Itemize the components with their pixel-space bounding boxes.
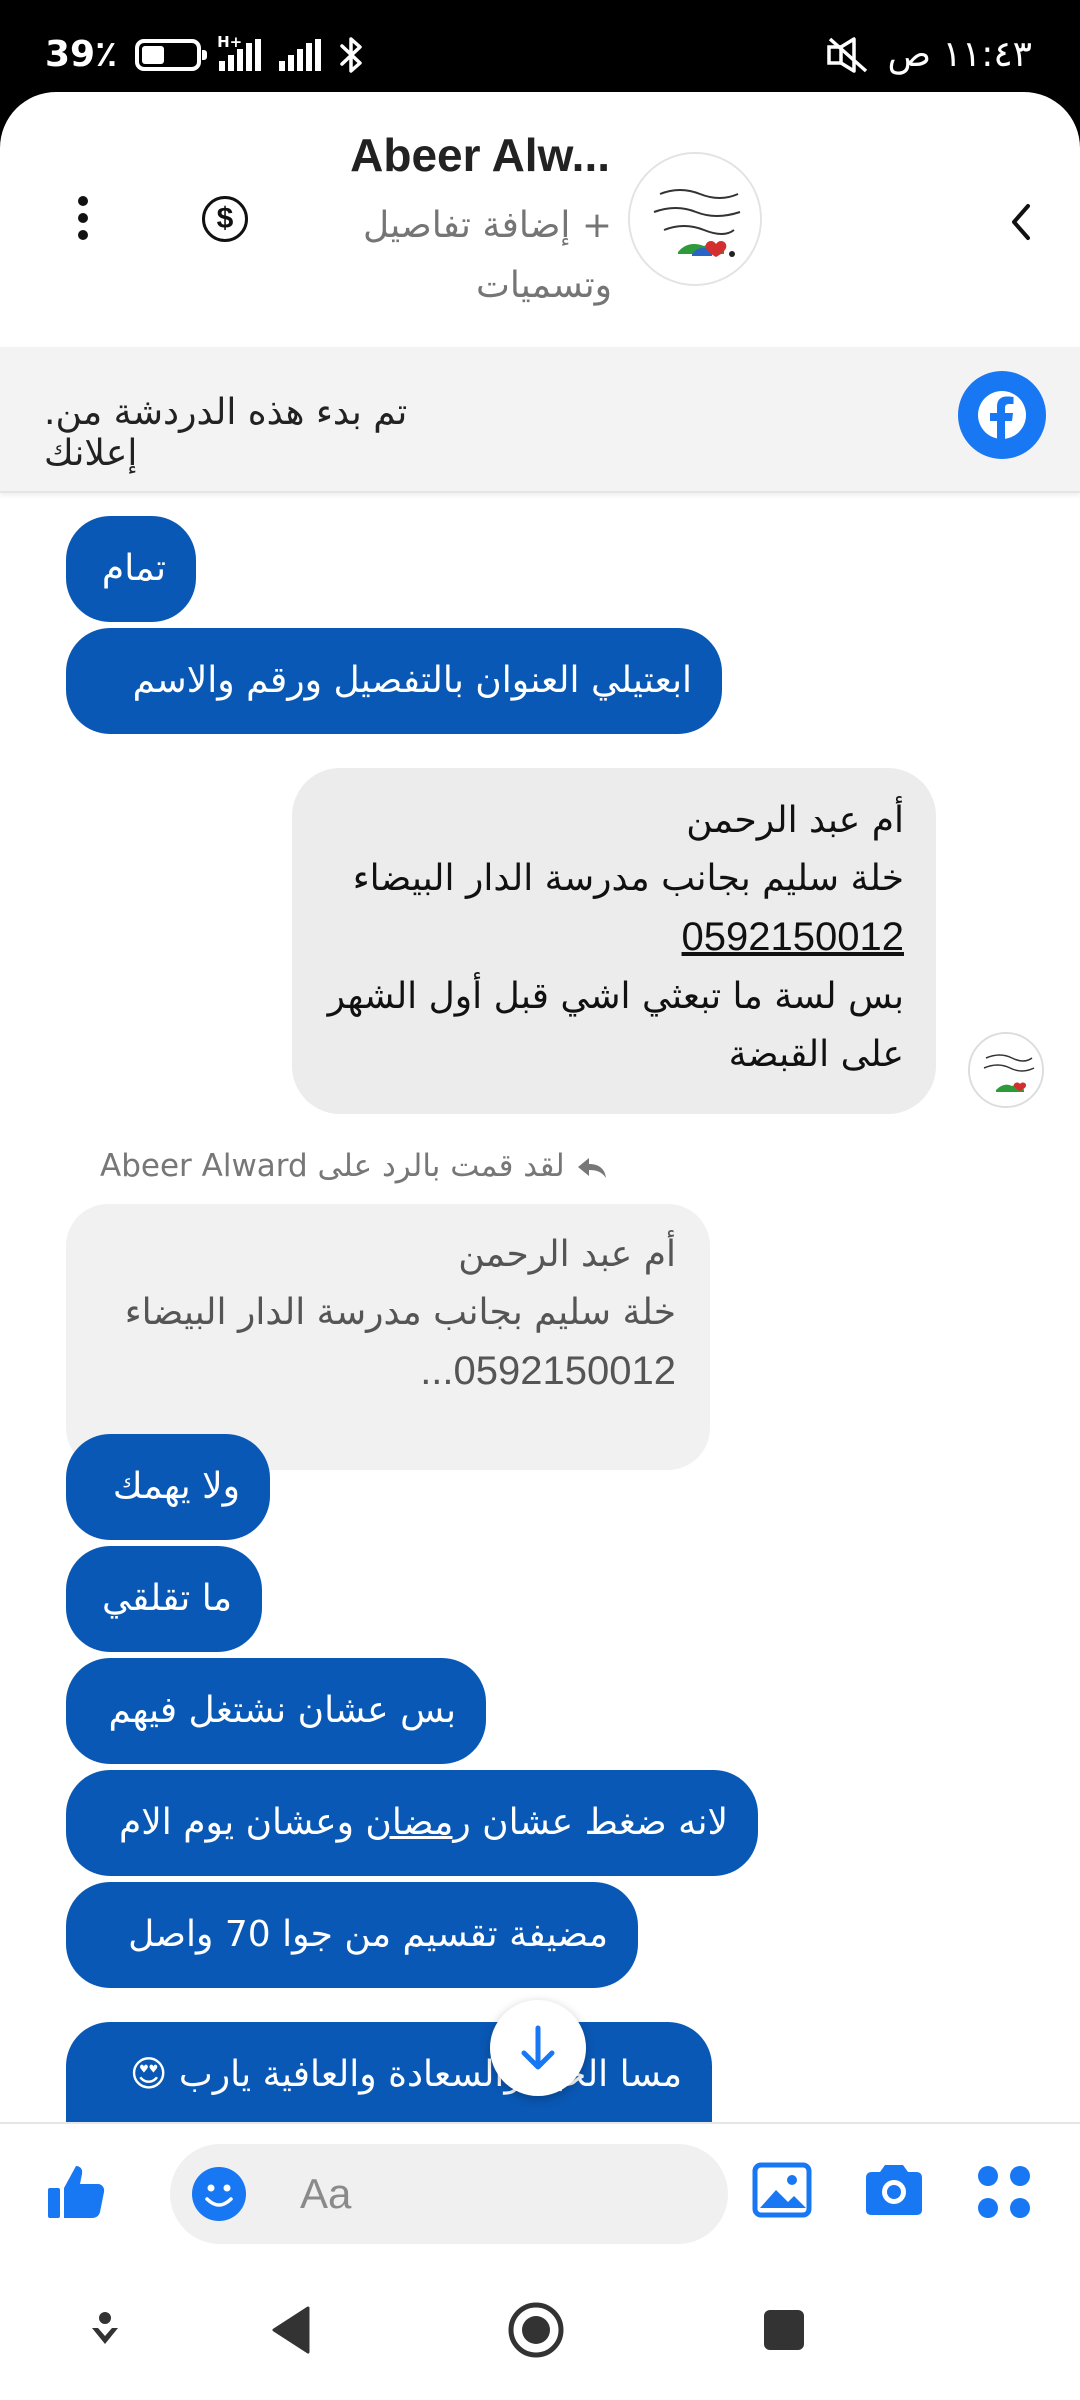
message-bubble[interactable]: بس عشان نشتغل فيهم — [66, 1658, 486, 1764]
bluetooth-icon — [340, 36, 362, 73]
clock: ١١:٤٣ ص — [887, 34, 1032, 75]
message-bubble[interactable]: ابعتيلي العنوان بالتفصيل ورقم والاسم — [66, 628, 722, 734]
gallery-icon[interactable] — [752, 2162, 814, 2220]
message-bubble[interactable]: ولا يهمك — [66, 1434, 270, 1540]
ad-origin-banner: .تم بدء هذه الدردشة من إعلانك — [0, 347, 1080, 493]
reply-indicator: لقد قمت بالرد على Abeer Alward — [100, 1148, 609, 1184]
message-input[interactable]: Aa — [170, 2144, 728, 2244]
like-icon[interactable] — [44, 2160, 108, 2224]
signal-icon: H+ — [217, 33, 262, 71]
apps-icon[interactable] — [976, 2164, 1032, 2220]
emoji-icon[interactable] — [192, 2167, 246, 2221]
facebook-icon — [958, 371, 1046, 459]
nav-home-icon[interactable] — [506, 2300, 566, 2360]
message-bubble[interactable]: مضيفة تقسيم من جوا 70 واصل — [66, 1882, 638, 1988]
quoted-message[interactable]: أم عبد الرحمن خلة سليم بجانب مدرسة الدار… — [66, 1204, 710, 1470]
assistant-icon[interactable] — [88, 2310, 122, 2350]
message-bubble[interactable]: ما تقلقي — [66, 1546, 262, 1652]
message-bubble[interactable]: تمام — [66, 516, 196, 622]
scroll-to-bottom-button[interactable] — [490, 2000, 586, 2096]
signal-icon-2 — [279, 38, 322, 71]
message-composer: Aa — [0, 2122, 1080, 2252]
battery-icon — [135, 38, 208, 71]
ad-banner-text: .تم بدء هذه الدردشة من إعلانك — [44, 392, 408, 474]
system-nav-bar — [0, 2252, 1080, 2400]
nav-back-icon[interactable] — [268, 2304, 314, 2356]
reply-arrow-icon — [577, 1157, 606, 1178]
camera-icon[interactable] — [862, 2162, 926, 2218]
sender-avatar[interactable] — [968, 1032, 1044, 1108]
add-details-link[interactable]: + إضافة تفاصيل وتسميات — [330, 196, 612, 316]
more-icon[interactable] — [70, 196, 96, 244]
message-bubble[interactable]: مسا الخير والسعادة والعافية يارب 😍 — [66, 2022, 712, 2128]
dollar-icon[interactable]: $ — [202, 196, 248, 242]
back-icon[interactable] — [992, 192, 1052, 252]
incoming-message-bubble[interactable]: أم عبد الرحمن خلة سليم بجانب مدرسة الدار… — [292, 768, 936, 1114]
underlined-word[interactable]: رمضان — [365, 1802, 470, 1843]
nav-recents-icon[interactable] — [762, 2308, 806, 2352]
status-bar: 39٪ H+ ١١:٤٣ ص — [0, 0, 1080, 100]
contact-name[interactable]: Abeer Alw... — [340, 128, 610, 182]
contact-avatar[interactable] — [628, 152, 762, 286]
message-input-placeholder: Aa — [300, 2170, 352, 2217]
messenger-screen: Abeer Alw... + إضافة تفاصيل وتسميات $ .ت… — [0, 92, 1080, 2400]
arrow-down-icon — [521, 2025, 555, 2070]
mute-icon — [826, 36, 867, 73]
conversation-header: Abeer Alw... + إضافة تفاصيل وتسميات $ — [0, 92, 1080, 347]
network-type: H+ — [217, 32, 243, 51]
phone-number-link[interactable]: 0592150012 — [682, 915, 904, 959]
battery-level: 39٪ — [45, 34, 118, 75]
message-bubble[interactable]: لانه ضغط عشان رمضان وعشان يوم الام — [66, 1770, 758, 1876]
